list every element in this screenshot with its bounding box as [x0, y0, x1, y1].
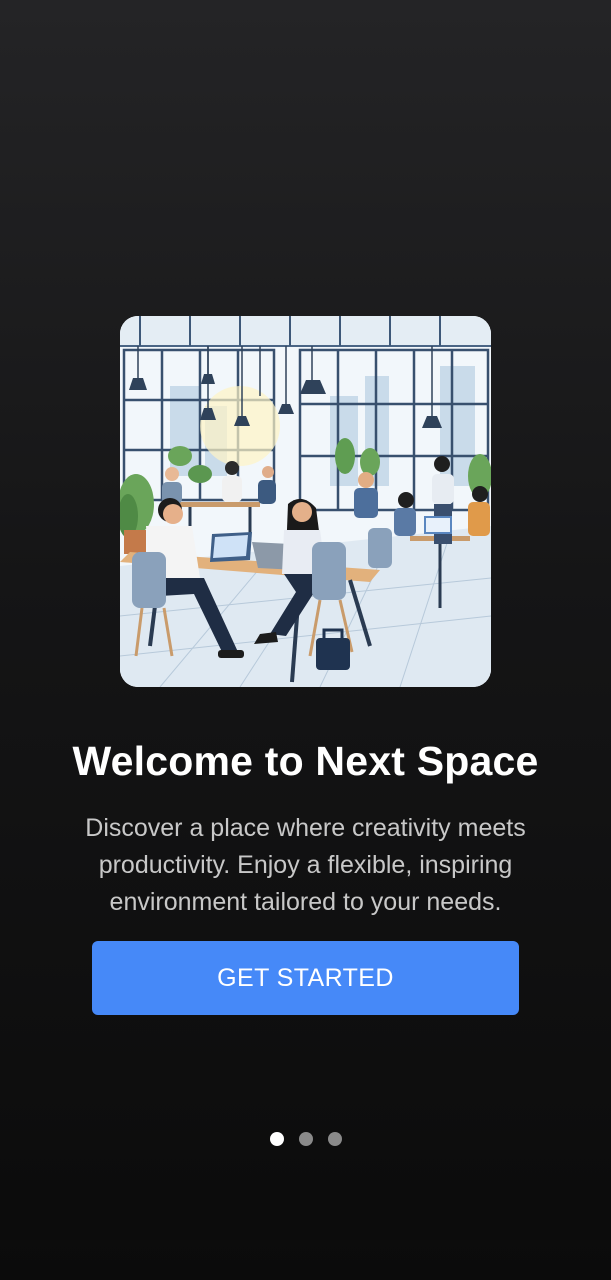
get-started-button[interactable]: GET STARTED	[92, 941, 519, 1015]
page-dot[interactable]	[327, 1132, 342, 1146]
welcome-title: Welcome to Next Space	[72, 738, 539, 784]
onboarding-screen: Welcome to Next Space Discover a place w…	[0, 0, 611, 1280]
page-indicator	[0, 1132, 611, 1146]
page-dot-active[interactable]	[269, 1132, 284, 1146]
hero-illustration	[120, 316, 491, 687]
welcome-description: Discover a place where creativity meets …	[85, 814, 526, 916]
page-dot[interactable]	[298, 1132, 313, 1146]
